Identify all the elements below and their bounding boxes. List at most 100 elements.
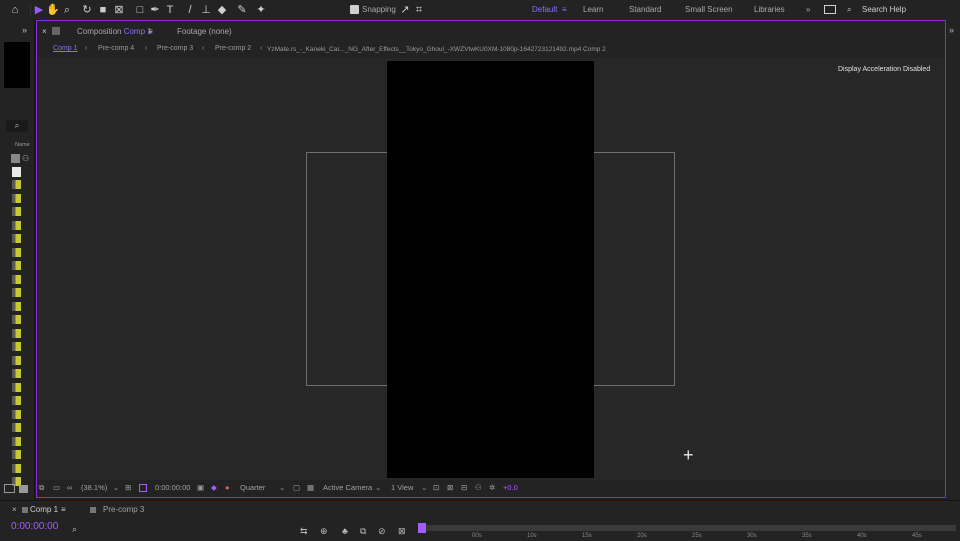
shy-layers-icon[interactable]: ♣ [342, 526, 348, 536]
project-search-icon[interactable]: ⌕ [6, 120, 28, 132]
footage-item-icon[interactable] [12, 180, 21, 189]
zoom-dropdown-icon[interactable]: ⌄ [113, 483, 119, 492]
right-panel-menu-icon[interactable]: » [949, 25, 954, 35]
camera-view-select[interactable]: Active Camera [323, 483, 372, 492]
camera-dropdown-icon[interactable]: ⌄ [375, 483, 381, 492]
snapping-option-icon[interactable]: ↗ [398, 3, 412, 17]
panel-menu-icon[interactable]: » [22, 25, 27, 35]
frame-blending-icon[interactable]: ⧉ [360, 526, 366, 537]
footage-item-icon[interactable] [12, 463, 21, 473]
workspace-overflow-icon[interactable]: » [806, 5, 810, 14]
type-tool-icon[interactable]: T [163, 3, 177, 17]
snapping-grid-icon[interactable]: ⌗ [412, 3, 426, 17]
puppet-tool-icon[interactable]: ✦ [254, 3, 268, 17]
timeline-tab-menu-icon[interactable]: ≡ [61, 505, 66, 514]
hand-tool-icon[interactable]: ✋ [46, 3, 60, 17]
transparency-grid-icon[interactable]: ▦ [307, 483, 314, 492]
camera-tool-icon[interactable]: ■ [96, 3, 110, 17]
home-icon[interactable]: ⌂ [8, 3, 22, 17]
preview-monitor-icon[interactable]: ▭ [53, 483, 60, 492]
footage-item-icon[interactable] [12, 220, 21, 230]
display-panel-icon[interactable] [824, 5, 836, 14]
work-area-bar[interactable] [418, 525, 956, 531]
zoom-level[interactable]: (38.1%) [81, 483, 107, 492]
mask-visibility-icon[interactable] [139, 484, 147, 492]
tab-composition[interactable]: Composition Comp 1 [77, 27, 152, 36]
footage-item-icon[interactable] [12, 301, 21, 311]
footage-item-icon[interactable] [12, 396, 21, 405]
resolution-select[interactable]: Quarter [240, 483, 265, 492]
tab-menu-icon[interactable]: ≡ [148, 27, 153, 36]
timeline-tab-pre-comp-3[interactable]: Pre-comp 3 [103, 505, 144, 514]
composition-viewer[interactable]: Display Acceleration Disabled + [38, 58, 944, 480]
comp-mini-flowchart-icon[interactable]: ⇆ [300, 526, 308, 537]
grid-toggle-icon[interactable]: ⊞ [125, 483, 131, 492]
view-layout-select[interactable]: 1 View [391, 483, 413, 492]
footage-item-icon[interactable] [12, 193, 21, 203]
footage-item-icon[interactable] [12, 450, 21, 459]
tab-footage[interactable]: Footage (none) [177, 27, 232, 36]
eraser-tool-icon[interactable]: ◆ [215, 3, 229, 17]
workspace-small-screen[interactable]: Small Screen [685, 5, 733, 14]
footage-item-icon[interactable] [12, 315, 21, 324]
breadcrumb-pre-comp-3[interactable]: Pre-comp 3 [157, 45, 193, 52]
label-column-icon[interactable] [11, 154, 20, 163]
breadcrumb-pre-comp-2[interactable]: Pre-comp 2 [215, 45, 251, 52]
motion-blur-icon[interactable]: ⊘ [378, 526, 386, 537]
footage-item-icon[interactable] [12, 409, 21, 419]
timeline-link-icon[interactable]: ⊟ [461, 483, 467, 492]
workspace-learn[interactable]: Learn [583, 5, 603, 14]
clone-stamp-tool-icon[interactable]: ⊥ [199, 3, 213, 17]
footage-item-icon[interactable] [12, 369, 21, 378]
rotate-tool-icon[interactable]: ↻ [80, 3, 94, 17]
pan-behind-tool-icon[interactable]: ⊠ [112, 3, 126, 17]
color-channels-icon[interactable]: ● [225, 483, 230, 492]
exposure-value[interactable]: +0.0 [503, 483, 518, 492]
new-folder-icon[interactable] [19, 485, 28, 493]
close-tab-icon[interactable]: × [42, 27, 47, 36]
footage-item-icon[interactable] [12, 436, 21, 446]
flowchart-view-icon[interactable]: ⚇ [475, 483, 482, 492]
reset-exposure-icon[interactable]: ✲ [489, 483, 495, 492]
footage-item-icon[interactable] [12, 247, 21, 257]
comp-frame[interactable] [387, 61, 594, 478]
workspace-standard[interactable]: Standard [629, 5, 661, 14]
timeline-tab-comp-1[interactable]: Comp 1 [30, 505, 58, 514]
always-preview-icon[interactable]: ⧉ [39, 483, 44, 493]
composition-item-icon[interactable] [12, 167, 21, 177]
footage-item-icon[interactable] [12, 261, 21, 270]
fast-previews-icon[interactable]: ⊠ [447, 483, 453, 492]
roto-brush-tool-icon[interactable]: ✎ [235, 3, 249, 17]
footage-item-icon[interactable] [12, 328, 21, 338]
resolution-dropdown-icon[interactable]: ⌄ [279, 483, 285, 492]
selection-tool-icon[interactable]: ▶ [32, 3, 46, 17]
footage-item-icon[interactable] [12, 342, 21, 351]
timeline-current-time[interactable]: 0:00:00:00 [11, 521, 58, 532]
show-snapshot-icon[interactable]: ◆ [211, 483, 217, 492]
workspace-menu-icon[interactable]: ≡ [562, 5, 567, 14]
lock-tab-icon[interactable] [52, 27, 60, 35]
draft-3d-icon[interactable]: ⊕ [320, 526, 328, 537]
interpret-footage-icon[interactable] [4, 484, 15, 493]
current-time[interactable]: 0:00:00:00 [155, 483, 190, 492]
footage-item-icon[interactable] [12, 207, 21, 216]
snapping-checkbox[interactable] [350, 5, 359, 14]
footage-item-icon[interactable] [12, 423, 21, 432]
pixel-aspect-icon[interactable]: ⊡ [433, 483, 439, 492]
zoom-tool-icon[interactable]: ⌕ [60, 3, 74, 17]
workspace-libraries[interactable]: Libraries [754, 5, 785, 14]
breadcrumb-pre-comp-4[interactable]: Pre-comp 4 [98, 45, 134, 52]
playhead[interactable] [418, 523, 426, 533]
snapshot-camera-icon[interactable]: ▣ [197, 483, 204, 492]
workspace-default[interactable]: Default [532, 5, 557, 14]
brush-tool-icon[interactable]: / [183, 3, 197, 17]
flowchart-icon[interactable]: ⚇ [22, 154, 29, 163]
view-layout-dropdown-icon[interactable]: ⌄ [421, 483, 427, 492]
search-help-field[interactable]: Search Help [862, 5, 906, 14]
breadcrumb-comp-1[interactable]: Comp 1 [53, 45, 78, 52]
footage-item-icon[interactable] [12, 288, 21, 297]
vr-icon[interactable]: ∞ [67, 483, 72, 492]
timeline-search-icon[interactable]: ⌕ [72, 524, 77, 535]
close-timeline-tab-icon[interactable]: × [12, 505, 17, 514]
graph-editor-icon[interactable]: ⊠ [398, 526, 406, 537]
